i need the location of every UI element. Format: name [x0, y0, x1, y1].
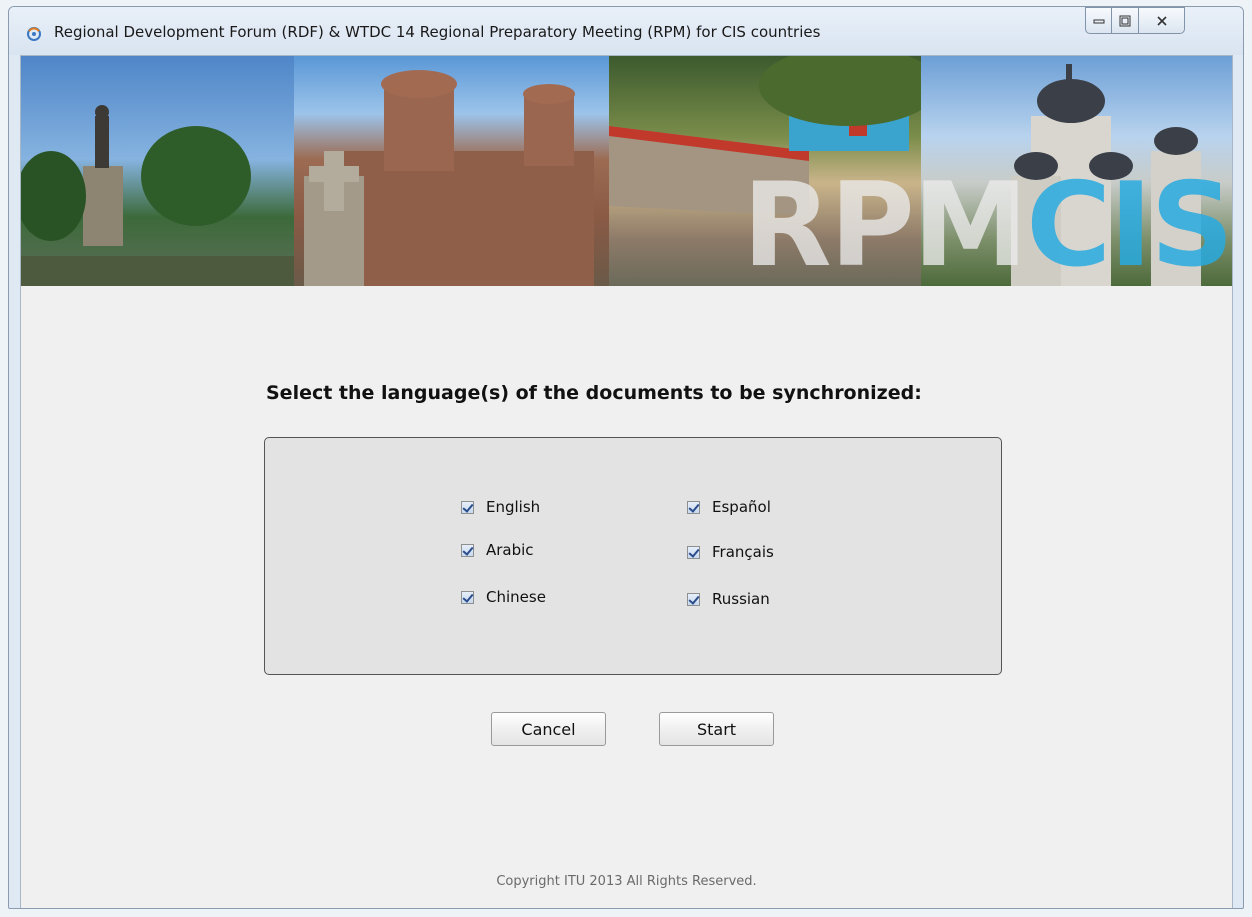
checkbox-label: English [486, 498, 541, 516]
close-icon [1156, 15, 1167, 26]
start-button[interactable]: Start [659, 712, 774, 746]
checkbox-chinese[interactable]: Chinese [461, 588, 546, 606]
checkbox-checked-icon[interactable] [461, 590, 474, 604]
checkbox-label: Arabic [486, 541, 534, 559]
checkbox-espanol[interactable]: Español [687, 498, 771, 516]
maximize-button[interactable] [1111, 7, 1139, 34]
copyright-footer: Copyright ITU 2013 All Rights Reserved. [496, 874, 757, 889]
rpm-cis-logo: RPMCIS [742, 166, 1232, 286]
checkbox-checked-icon[interactable] [687, 592, 700, 606]
window-title: Regional Development Forum (RDF) & WTDC … [54, 23, 821, 41]
checkbox-checked-icon[interactable] [461, 543, 474, 557]
app-window: Regional Development Forum (RDF) & WTDC … [8, 6, 1244, 909]
checkbox-checked-icon[interactable] [687, 545, 700, 559]
checkbox-label: Français [712, 543, 774, 561]
checkbox-francais[interactable]: Français [687, 543, 774, 561]
maximize-icon [1119, 15, 1131, 26]
title-bar: Regional Development Forum (RDF) & WTDC … [9, 7, 1243, 55]
banner-photo-cathedral [294, 56, 609, 286]
close-button[interactable] [1138, 7, 1185, 34]
checkbox-label: Chinese [486, 588, 546, 606]
minimize-icon [1093, 19, 1104, 23]
language-selection-heading: Select the language(s) of the documents … [266, 382, 922, 404]
itu-app-icon [27, 27, 41, 41]
checkbox-label: Russian [712, 590, 770, 608]
cancel-button[interactable]: Cancel [491, 712, 606, 746]
checkbox-checked-icon[interactable] [461, 500, 474, 514]
checkbox-english[interactable]: English [461, 498, 540, 516]
logo-rpm-text: RPM [742, 158, 1028, 286]
dialog-content: RPMCIS Select the language(s) of the doc… [20, 55, 1233, 908]
checkbox-arabic[interactable]: Arabic [461, 541, 534, 559]
checkbox-checked-icon[interactable] [687, 500, 700, 514]
logo-cis-text: CIS [1026, 158, 1232, 286]
minimize-button[interactable] [1085, 7, 1112, 34]
checkbox-label: Español [712, 498, 771, 516]
banner-image: RPMCIS [21, 56, 1232, 286]
language-checkbox-group: English Arabic Chinese Español Français … [264, 437, 1002, 675]
banner-photo-monument [21, 56, 294, 286]
checkbox-russian[interactable]: Russian [687, 590, 770, 608]
